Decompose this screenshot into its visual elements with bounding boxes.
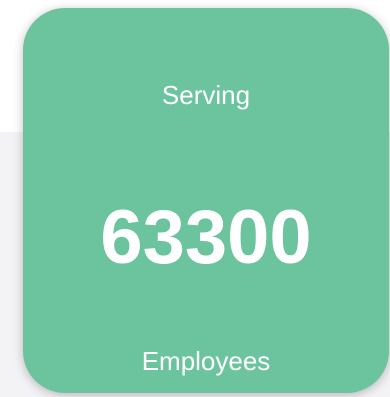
stat-top-label: Serving	[161, 80, 251, 110]
stat-bottom-label: Employees	[141, 346, 271, 376]
stat-value: 63300	[100, 195, 312, 280]
employee-stat-card: Serving 63300 Employees	[23, 8, 389, 393]
